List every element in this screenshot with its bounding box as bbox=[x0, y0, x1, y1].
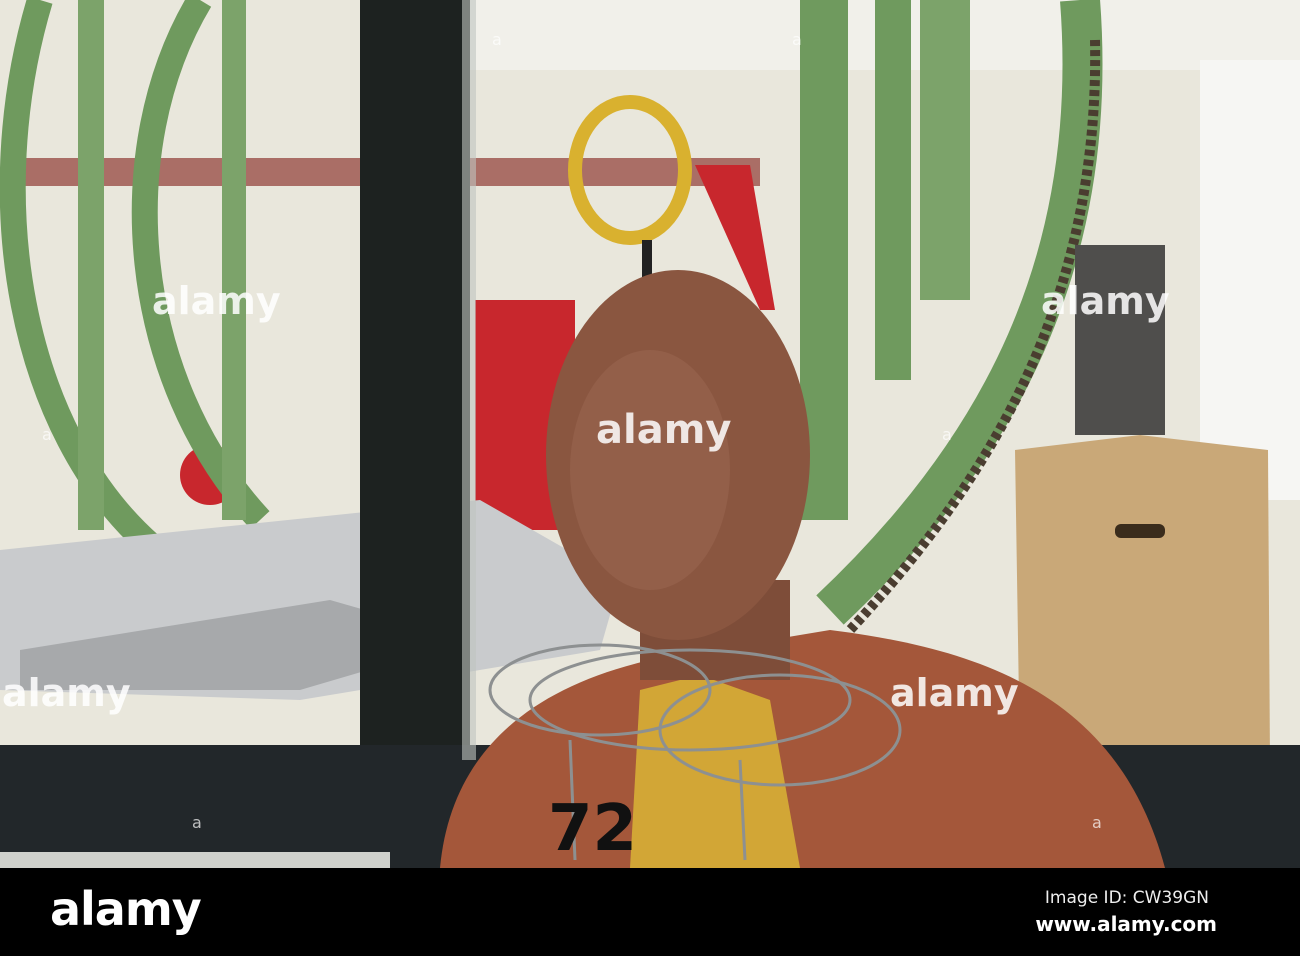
window-frame-vertical bbox=[360, 0, 470, 868]
watermark-mark: a bbox=[192, 813, 202, 832]
image-id: Image ID: CW39GN bbox=[1044, 888, 1209, 908]
watermark-text: alamy bbox=[1041, 279, 1170, 323]
watermark-text: alamy bbox=[2, 671, 131, 715]
dummy-face-highlight bbox=[570, 350, 730, 590]
watermark-mark: a bbox=[792, 30, 802, 49]
green-pillar bbox=[920, 0, 970, 300]
dummy-chest-number: 72 bbox=[548, 792, 637, 866]
window-glass-edge bbox=[462, 0, 476, 760]
watermark-mark: a bbox=[1092, 813, 1102, 832]
watermark-text: alamy bbox=[152, 279, 281, 323]
alamy-logo: alamy bbox=[50, 882, 202, 936]
site-url: www.alamy.com bbox=[1035, 912, 1217, 936]
ring-rod bbox=[642, 240, 652, 280]
green-pillar bbox=[222, 0, 246, 520]
green-pillar bbox=[875, 0, 911, 380]
machine bbox=[1075, 245, 1165, 435]
green-pillar bbox=[78, 0, 104, 530]
watermark-mark: a bbox=[492, 30, 502, 49]
window-sill bbox=[0, 852, 390, 868]
watermark-text: alamy bbox=[596, 407, 731, 453]
watermark-text: alamy bbox=[890, 671, 1019, 715]
photo-scene: 72 alamy alamy alamy alamy alamy a a a a… bbox=[0, 0, 1300, 868]
right-wall bbox=[1200, 60, 1300, 500]
box-handle-hole bbox=[1115, 524, 1165, 538]
watermark-mark: a bbox=[942, 425, 952, 444]
watermark-mark: a bbox=[42, 425, 52, 444]
footer-bar: alamy Image ID: CW39GN www.alamy.com bbox=[0, 868, 1300, 956]
